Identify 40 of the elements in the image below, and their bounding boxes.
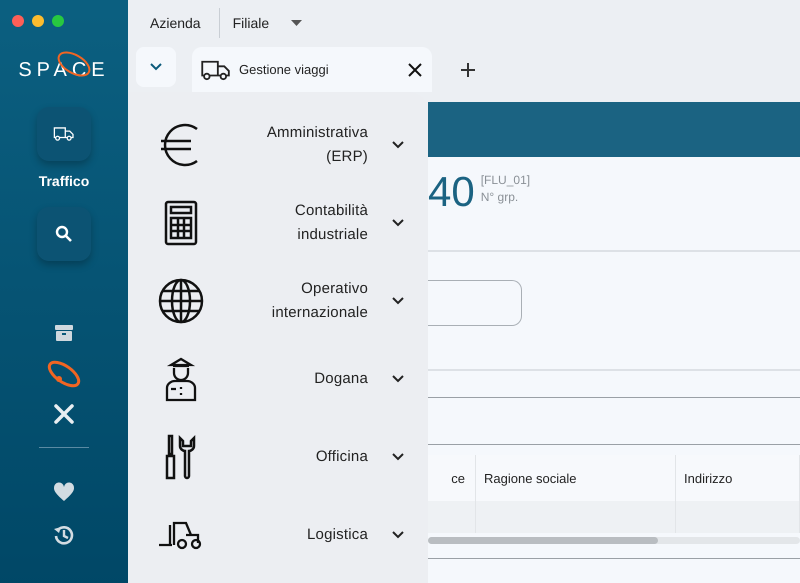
close-icon[interactable] — [408, 62, 422, 76]
menu-item[interactable]: Officina — [128, 418, 428, 496]
calculator-icon — [164, 200, 198, 246]
menu-item[interactable]: Contabilità industriale — [128, 184, 428, 262]
tab[interactable]: Gestione viaggi — [192, 47, 432, 92]
group-label: N° grp. — [480, 190, 520, 204]
group-code: [FLU_01] — [480, 173, 530, 187]
archive-icon[interactable] — [54, 323, 74, 343]
history-icon[interactable] — [53, 524, 75, 546]
group-number: 40 — [428, 171, 475, 217]
caret-icon[interactable] — [291, 20, 302, 26]
search-button[interactable] — [37, 207, 91, 261]
menu-item[interactable]: Amministrativa (ERP) — [128, 106, 428, 184]
tile-label: Traffico — [38, 173, 90, 189]
branch-label[interactable]: Filiale — [232, 14, 270, 30]
menu-item[interactable]: Logistica — [128, 496, 428, 574]
forklift-icon — [158, 520, 204, 550]
truck-icon — [53, 126, 75, 142]
chevron-icon — [392, 531, 404, 539]
chevron-icon — [150, 63, 162, 71]
officer-icon — [165, 356, 197, 402]
chevron-icon — [392, 297, 404, 305]
orbit-icon[interactable] — [45, 359, 83, 389]
chevron-icon — [392, 141, 404, 149]
globe-icon — [158, 278, 204, 324]
chevron-icon — [392, 375, 404, 383]
window-control[interactable] — [52, 15, 64, 27]
company-label[interactable]: Azienda — [150, 14, 201, 30]
add-tab-icon[interactable] — [460, 62, 476, 78]
chevron-icon — [392, 219, 404, 227]
scrollbar[interactable] — [428, 537, 800, 544]
truck-icon — [200, 58, 232, 80]
chevron-icon — [392, 453, 404, 461]
menu-item[interactable]: Dogana — [128, 340, 428, 418]
input-field[interactable] — [428, 280, 522, 326]
menu-item[interactable]: Operativo internazionale — [128, 262, 428, 340]
truck-button[interactable] — [37, 107, 91, 161]
heart-icon[interactable] — [53, 482, 75, 502]
window-control[interactable] — [32, 15, 44, 27]
search-icon — [55, 225, 73, 243]
